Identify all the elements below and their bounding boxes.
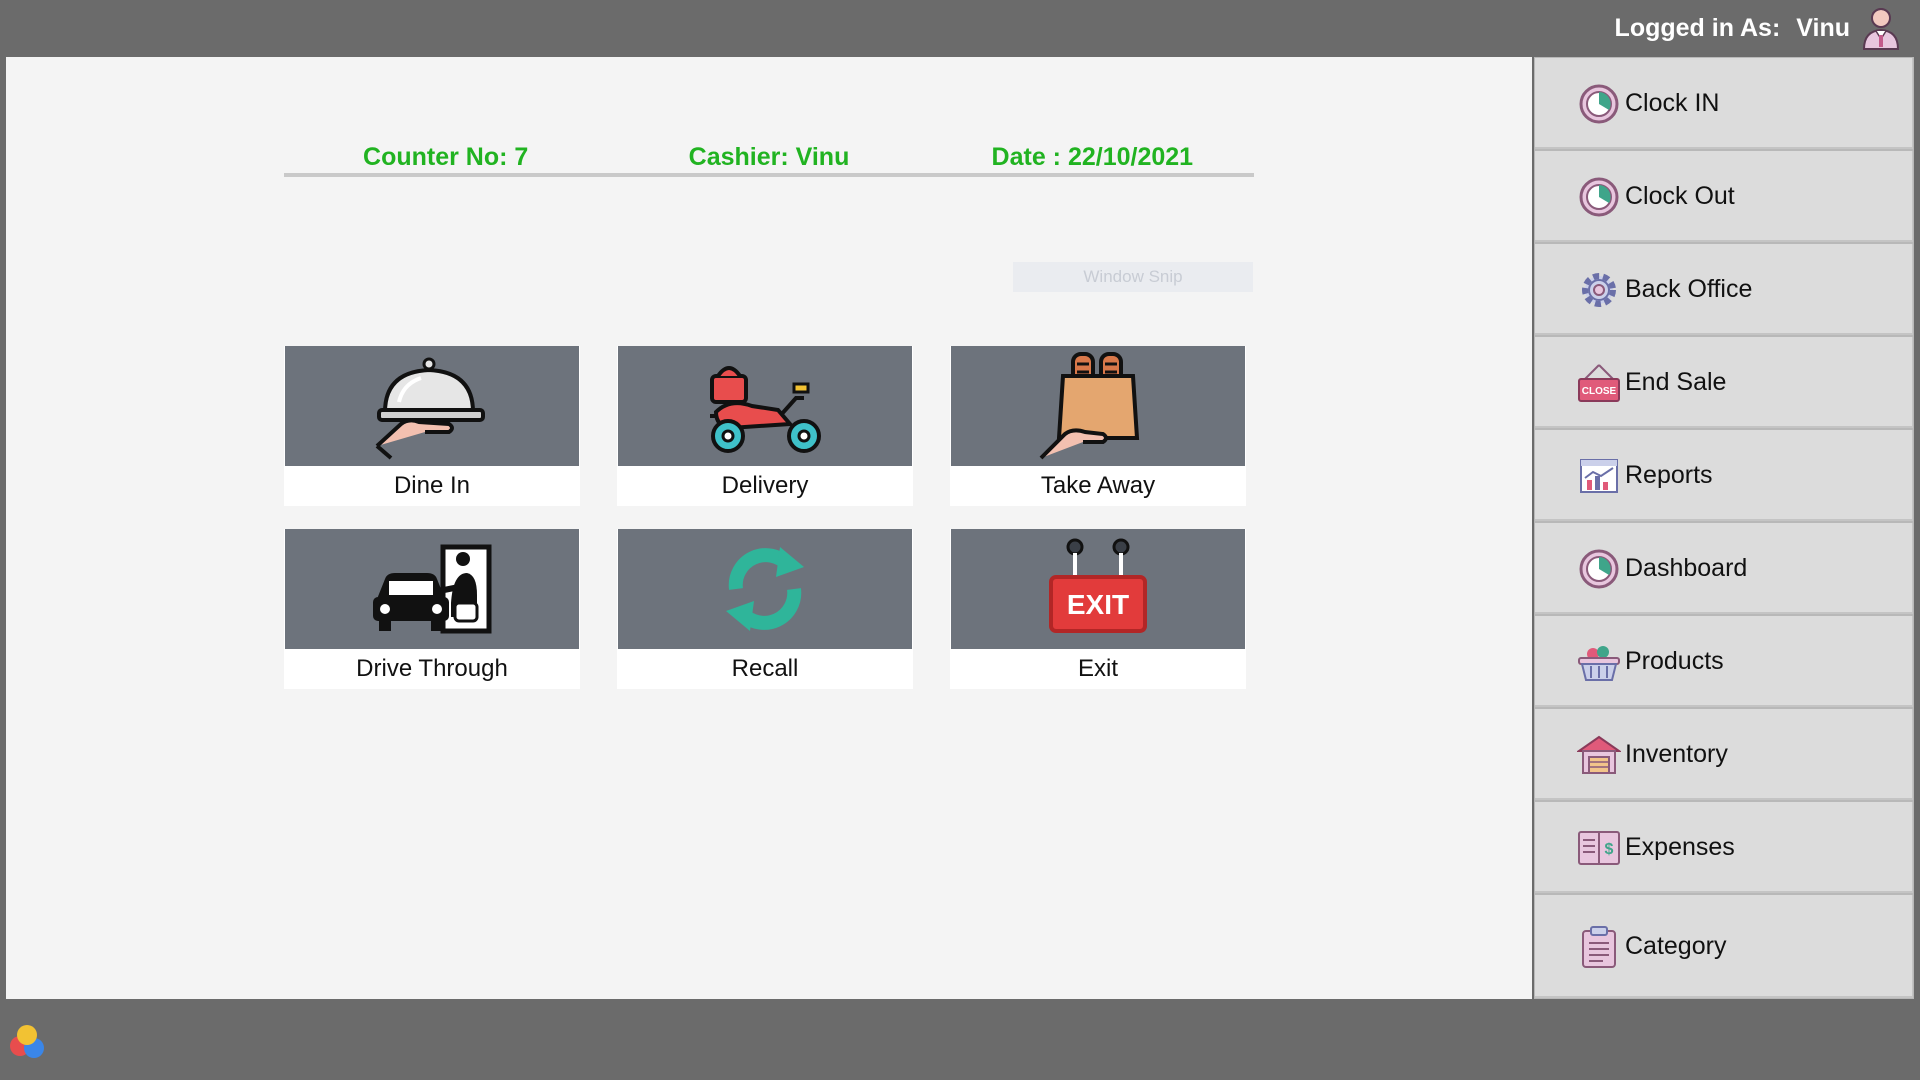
sidebar-item-clock-in[interactable]: Clock IN bbox=[1534, 57, 1914, 150]
tile-image bbox=[285, 529, 579, 649]
takeaway-bag-icon bbox=[1039, 352, 1140, 460]
sidebar-item-reports[interactable]: Reports bbox=[1534, 429, 1914, 522]
counter-number: Counter No: 7 bbox=[363, 143, 529, 171]
sidebar: Clock IN Clock Out Back Office CLOSE End… bbox=[1532, 57, 1920, 999]
user-avatar-icon[interactable] bbox=[1860, 5, 1902, 51]
take-away-button[interactable]: Take Away bbox=[950, 346, 1246, 506]
cloche-serving-icon bbox=[375, 357, 485, 460]
warehouse-icon bbox=[1577, 733, 1621, 777]
tile-image bbox=[618, 529, 912, 649]
sidebar-item-label: Clock Out bbox=[1625, 182, 1735, 210]
tile-label: Recall bbox=[731, 655, 799, 682]
sidebar-item-label: Inventory bbox=[1625, 740, 1728, 768]
ledger-icon: $ bbox=[1577, 826, 1621, 870]
tile-label: Delivery bbox=[721, 472, 809, 499]
svg-text:CLOSE: CLOSE bbox=[1582, 386, 1617, 397]
close-sign-icon: CLOSE bbox=[1577, 361, 1621, 405]
clock-icon bbox=[1577, 547, 1621, 591]
sidebar-item-back-office[interactable]: Back Office bbox=[1534, 243, 1914, 336]
sidebar-item-products[interactable]: Products bbox=[1534, 615, 1914, 708]
sidebar-item-label: Dashboard bbox=[1625, 554, 1748, 582]
tile-label: Take Away bbox=[1040, 472, 1156, 499]
drive-through-button[interactable]: Drive Through bbox=[284, 529, 580, 689]
main-panel: Counter No: 7 Cashier: Vinu Date : 22/10… bbox=[6, 57, 1532, 999]
sidebar-item-category[interactable]: Category bbox=[1534, 894, 1914, 999]
session-info-bar: Counter No: 7 Cashier: Vinu Date : 22/10… bbox=[284, 137, 1254, 177]
tile-label: Dine In bbox=[393, 472, 471, 499]
login-status: Logged in As: Vinu bbox=[1615, 6, 1902, 50]
tile-image bbox=[285, 346, 579, 466]
recall-arrows-icon bbox=[726, 547, 804, 631]
chart-icon bbox=[1577, 454, 1621, 498]
sidebar-item-end-sale[interactable]: CLOSE End Sale bbox=[1534, 336, 1914, 429]
drive-through-icon bbox=[373, 544, 492, 634]
sidebar-item-label: Category bbox=[1625, 932, 1727, 960]
tile-image bbox=[618, 346, 912, 466]
clock-icon bbox=[1577, 175, 1621, 219]
basket-icon bbox=[1577, 640, 1621, 684]
tile-label: Drive Through bbox=[356, 655, 508, 682]
top-bar: Logged in As: Vinu bbox=[0, 0, 1920, 57]
current-date: Date : 22/10/2021 bbox=[991, 143, 1194, 171]
exit-sign-icon: EXIT bbox=[1049, 538, 1147, 633]
gear-icon bbox=[1577, 268, 1621, 312]
tile-label: Exit bbox=[1077, 655, 1118, 682]
sidebar-item-label: Back Office bbox=[1625, 275, 1753, 303]
sidebar-item-expenses[interactable]: $ Expenses bbox=[1534, 801, 1914, 894]
clipboard-icon bbox=[1577, 925, 1621, 969]
sidebar-item-label: Products bbox=[1625, 647, 1724, 675]
delivery-button[interactable]: Delivery bbox=[617, 346, 913, 506]
sidebar-item-label: Expenses bbox=[1625, 833, 1735, 861]
sidebar-item-clock-out[interactable]: Clock Out bbox=[1534, 150, 1914, 243]
sidebar-item-label: End Sale bbox=[1625, 368, 1727, 396]
user-name: Vinu bbox=[1796, 13, 1850, 42]
app-logo-icon[interactable] bbox=[8, 1022, 48, 1062]
svg-text:EXIT: EXIT bbox=[1067, 589, 1129, 620]
tile-image bbox=[951, 346, 1245, 466]
sidebar-item-inventory[interactable]: Inventory bbox=[1534, 708, 1914, 801]
logged-in-label: Logged in As: bbox=[1614, 13, 1781, 42]
exit-button[interactable]: EXIT Exit bbox=[950, 529, 1246, 689]
recall-button[interactable]: Recall bbox=[617, 529, 913, 689]
dine-in-button[interactable]: Dine In bbox=[284, 346, 580, 506]
tile-image: EXIT bbox=[951, 529, 1245, 649]
clock-icon bbox=[1577, 82, 1621, 126]
window-snip-overlay: Window Snip bbox=[1013, 262, 1253, 292]
svg-text:$: $ bbox=[1605, 841, 1614, 858]
sidebar-item-label: Reports bbox=[1625, 461, 1713, 489]
cashier-name: Cashier: Vinu bbox=[688, 143, 850, 171]
sidebar-item-label: Clock IN bbox=[1625, 89, 1720, 117]
delivery-scooter-icon bbox=[710, 366, 821, 453]
sidebar-item-dashboard[interactable]: Dashboard bbox=[1534, 522, 1914, 615]
